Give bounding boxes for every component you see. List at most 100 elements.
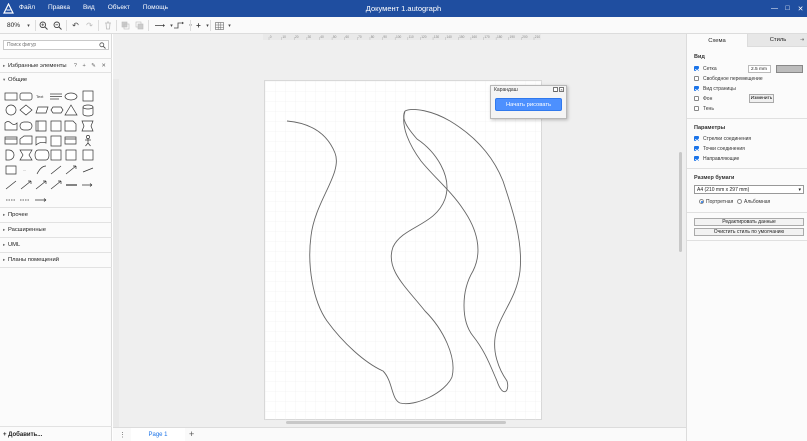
sidebar-divider bbox=[0, 426, 112, 427]
insert-caret-icon[interactable]: ▾ bbox=[202, 20, 213, 31]
zoom-out-icon[interactable] bbox=[52, 20, 63, 31]
square-shape bbox=[82, 90, 94, 102]
menu-object[interactable]: Объект bbox=[108, 4, 130, 11]
free-move-checkbox[interactable] bbox=[694, 76, 699, 81]
minimize-icon[interactable]: _ bbox=[553, 87, 558, 92]
search-icon[interactable] bbox=[99, 42, 106, 49]
favorites-tools[interactable]: ? + ✎ ✕ bbox=[74, 63, 108, 69]
sidebar-divider bbox=[0, 267, 112, 268]
format-tabs: Схема Стиль bbox=[687, 34, 807, 47]
minimize-button[interactable]: — bbox=[768, 0, 781, 17]
page-tab[interactable]: Page 1 bbox=[131, 428, 185, 441]
ruler-tick-label: 170 bbox=[484, 35, 490, 39]
advanced-section-header[interactable]: ▸ Расширенные bbox=[0, 227, 112, 233]
menu-edit[interactable]: Правка bbox=[48, 4, 70, 11]
to-back-icon[interactable] bbox=[134, 20, 145, 31]
ruler-tick-label: 10 bbox=[282, 35, 286, 39]
menu-file[interactable]: Файл bbox=[19, 4, 35, 11]
pencil-dialog-controls: _ × bbox=[553, 87, 564, 92]
drawing-page[interactable] bbox=[264, 80, 543, 421]
ruler-ticks: 0 10 20 30 40 50 60 70 80 90 100 110 120 130 140 150 160… bbox=[268, 35, 540, 40]
format-panel: Схема Стиль ⇥ Вид Сетка Свободное переме… bbox=[686, 34, 807, 441]
background-checkbox[interactable] bbox=[694, 96, 699, 101]
general-section-header[interactable]: ▾ Общие bbox=[0, 77, 112, 83]
app-logo-icon bbox=[3, 3, 14, 14]
actor-shape bbox=[85, 135, 91, 147]
add-more-shapes-button[interactable]: + Добавить... bbox=[3, 432, 42, 438]
note-shape bbox=[64, 120, 77, 132]
zoom-in-icon[interactable] bbox=[38, 20, 49, 31]
grid-size-input[interactable] bbox=[748, 65, 771, 73]
guides-checkbox[interactable] bbox=[694, 156, 699, 161]
grid-checkbox[interactable] bbox=[694, 66, 699, 71]
ruler-tick-label: 80 bbox=[371, 35, 375, 39]
redo-icon[interactable]: ↷ bbox=[84, 20, 95, 31]
svg-text:Text: Text bbox=[36, 94, 44, 99]
maximize-button[interactable]: □ bbox=[781, 0, 794, 17]
or-shape bbox=[19, 149, 33, 161]
canvas-area[interactable]: 0 10 20 30 40 50 60 70 80 90 100 110 120 130 140 150 160… bbox=[113, 34, 686, 427]
sidebar-divider bbox=[0, 58, 112, 59]
add-page-button[interactable]: + bbox=[189, 429, 194, 439]
favorites-label: Избранные элементы bbox=[8, 63, 67, 69]
landscape-radio[interactable] bbox=[737, 199, 742, 204]
floorplans-section-header[interactable]: ▸ Планы помещений bbox=[0, 257, 112, 263]
circle-shape bbox=[5, 104, 17, 116]
menu-view[interactable]: Вид bbox=[83, 4, 95, 11]
portrait-radio[interactable] bbox=[699, 199, 704, 204]
grid-color-swatch[interactable] bbox=[776, 65, 803, 73]
uml-section-header[interactable]: ▸ UML bbox=[0, 242, 112, 248]
panel-divider bbox=[687, 168, 807, 169]
sidebar-divider bbox=[0, 222, 112, 223]
display-shape bbox=[34, 149, 50, 161]
zoom-dropdown[interactable]: 80% bbox=[7, 22, 20, 29]
misc-section-header[interactable]: ▸ Прочее bbox=[0, 212, 112, 218]
pages-menu-icon[interactable]: ⋮ bbox=[119, 431, 126, 439]
clear-default-style-button[interactable]: Очистить стиль по умолчанию bbox=[694, 228, 804, 236]
ellipse-shape bbox=[64, 92, 78, 101]
zoom-caret-icon[interactable]: ▾ bbox=[23, 20, 34, 31]
paper-size-select[interactable]: A4 (210 mm x 297 mm) ▾ bbox=[694, 185, 804, 194]
tab-diagram[interactable]: Схема bbox=[687, 34, 748, 47]
favorites-section-header[interactable]: ▸ Избранные элементы ? + ✎ ✕ bbox=[0, 63, 112, 69]
parallelogram-shape bbox=[35, 106, 49, 114]
edit-data-button[interactable]: Редактировать данные bbox=[694, 218, 804, 226]
ruler-tick-label: 30 bbox=[308, 35, 312, 39]
close-window-button[interactable]: ✕ bbox=[794, 0, 807, 17]
toolbar-divider bbox=[148, 20, 149, 31]
chevron-down-icon: ▾ bbox=[798, 187, 801, 193]
table-caret-icon[interactable]: ▾ bbox=[224, 20, 235, 31]
waypoint-icon[interactable] bbox=[153, 20, 167, 31]
pill-shape bbox=[19, 121, 33, 131]
undo-icon[interactable]: ↶ bbox=[70, 20, 81, 31]
collapse-panel-icon[interactable]: ⇥ bbox=[800, 37, 806, 43]
sidebar-divider bbox=[0, 207, 112, 208]
shadow-checkbox[interactable] bbox=[694, 106, 699, 111]
shape-search-input[interactable] bbox=[3, 40, 109, 50]
thin-arrow-shape bbox=[82, 183, 93, 187]
conn-points-checkbox[interactable] bbox=[694, 146, 699, 151]
background-change-button[interactable]: Изменить bbox=[749, 94, 774, 103]
landscape-label: Альбомная bbox=[744, 199, 771, 205]
guides-label: Направляющие bbox=[703, 156, 740, 162]
horizontal-scrollbar[interactable] bbox=[286, 421, 506, 424]
floorplans-label: Планы помещений bbox=[8, 257, 59, 263]
portrait-label: Портретная bbox=[706, 199, 734, 205]
to-front-icon[interactable] bbox=[120, 20, 131, 31]
vertical-scrollbar[interactable] bbox=[679, 152, 682, 252]
toolbar-divider bbox=[190, 20, 191, 31]
shadow-label: Тень bbox=[703, 106, 714, 112]
tab-style[interactable]: Стиль bbox=[748, 34, 807, 47]
toolbar-divider bbox=[35, 20, 36, 31]
connection-icon[interactable] bbox=[172, 20, 186, 31]
misc-label: Прочее bbox=[8, 212, 28, 218]
delete-icon[interactable] bbox=[102, 20, 113, 31]
page-view-checkbox[interactable] bbox=[694, 86, 699, 91]
menu-help[interactable]: Помощь bbox=[143, 4, 168, 11]
conn-arrows-checkbox[interactable] bbox=[694, 136, 699, 141]
title-bar: Файл Правка Вид Объект Помощь Документ 1… bbox=[0, 0, 807, 17]
close-icon[interactable]: × bbox=[559, 87, 564, 92]
ruler-tick-label: 50 bbox=[333, 35, 337, 39]
start-drawing-button[interactable]: Начать рисовать bbox=[495, 98, 562, 111]
ruler-tick-label: 20 bbox=[295, 35, 299, 39]
